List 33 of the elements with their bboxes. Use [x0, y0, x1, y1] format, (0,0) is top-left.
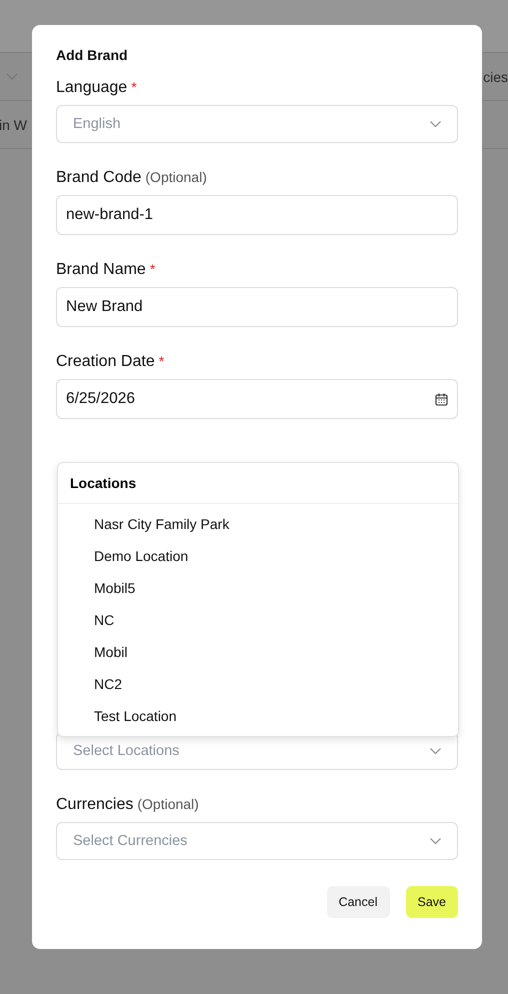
- optional-hint: (Optional): [145, 169, 207, 185]
- required-mark: *: [150, 261, 156, 277]
- dialog-title: Add Brand: [56, 47, 129, 63]
- required-mark: *: [158, 353, 164, 369]
- field-label: Currencies: [56, 796, 134, 814]
- dropdown-item[interactable]: Mobil5: [58, 572, 458, 604]
- dropdown-item[interactable]: NC: [58, 604, 458, 636]
- save-button[interactable]: Save: [406, 886, 458, 918]
- dropdown-item[interactable]: NC2: [58, 668, 458, 700]
- column-header: cies: [483, 68, 508, 84]
- table-cell: in W: [0, 116, 27, 132]
- dropdown-item[interactable]: Test Location: [58, 700, 458, 732]
- dropdown-title: Locations: [58, 463, 458, 504]
- dropdown-item[interactable]: Nasr City Family Park: [58, 508, 458, 540]
- dropdown-item[interactable]: Mobil: [58, 636, 458, 668]
- select-placeholder: Select Locations: [73, 743, 180, 759]
- required-mark: *: [131, 79, 137, 95]
- field-label: Language: [56, 79, 128, 97]
- cancel-button[interactable]: Cancel: [326, 886, 390, 918]
- select-placeholder: Select Currencies: [73, 833, 188, 849]
- text-field[interactable]: new-brand-1: [56, 195, 458, 235]
- field-label: Brand Name: [56, 261, 146, 279]
- date-field[interactable]: 6/25/2026: [56, 379, 458, 419]
- select-placeholder: English: [73, 116, 121, 132]
- chevron-down-icon: [430, 748, 441, 754]
- text-field[interactable]: New Brand: [56, 287, 458, 327]
- dropdown-item[interactable]: Demo Location: [58, 540, 458, 572]
- calendar-icon[interactable]: [435, 392, 448, 406]
- field-label: Brand Code: [56, 169, 142, 187]
- field-label: Creation Date: [56, 353, 155, 371]
- chevron-down-icon: [430, 838, 441, 844]
- optional-hint: (Optional): [137, 796, 199, 812]
- chevron-down-icon: [430, 121, 441, 127]
